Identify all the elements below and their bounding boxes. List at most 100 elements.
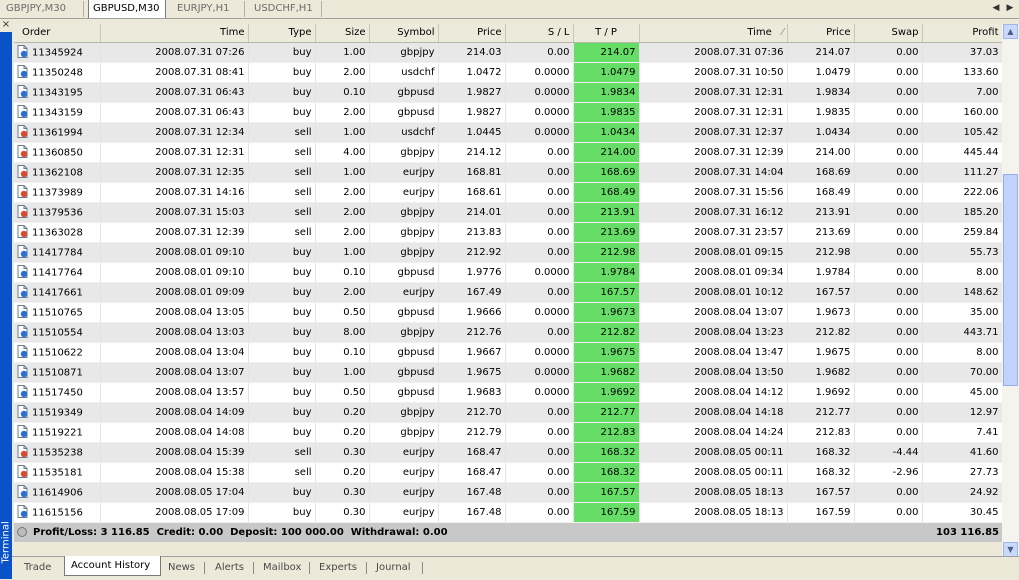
table-row[interactable]: 11360850 2008.07.31 12:31 sell 4.00 gbpjpy 21… — [14, 142, 1002, 163]
scroll-down-icon[interactable]: ▼ — [1003, 542, 1018, 557]
table-row[interactable]: 11417784 2008.08.01 09:10 buy 1.00 gbpjpy 212… — [14, 242, 1002, 263]
col-tp[interactable]: T / P — [573, 24, 640, 43]
order-number: 11360850 — [32, 147, 83, 158]
tab-alerts[interactable]: Alerts — [209, 559, 250, 577]
tab-trade[interactable]: Trade — [18, 559, 57, 577]
table-row[interactable]: 11417661 2008.08.01 09:09 buy 2.00 eurjpy 167… — [14, 282, 1002, 303]
buy-order-icon — [17, 64, 28, 78]
scroll-thumb[interactable] — [1003, 174, 1018, 386]
scroll-left-icon[interactable]: ◀ — [989, 3, 1003, 13]
tab-divider — [253, 562, 254, 574]
table-row[interactable]: 11510554 2008.08.04 13:03 buy 8.00 gbpjpy 212… — [14, 322, 1002, 343]
table-row[interactable]: 11510871 2008.08.04 13:07 buy 1.00 gbpusd 1.9… — [14, 362, 1002, 383]
cell-type: buy — [248, 322, 316, 343]
buy-order-icon — [17, 364, 28, 378]
cell-profit: 185.20 — [922, 202, 1002, 223]
cell-order: 11379536 — [14, 202, 101, 223]
cell-tp: 212.82 — [573, 322, 640, 343]
col-close-price[interactable]: Price — [787, 24, 855, 43]
cell-type: buy — [248, 482, 316, 503]
col-close-time[interactable]: Time ⁄ — [639, 24, 788, 43]
chart-tab-eurjpy-h1[interactable]: EURJPY,H1 — [173, 1, 245, 17]
col-size[interactable]: Size — [315, 24, 370, 43]
col-sl[interactable]: S / L — [505, 24, 574, 43]
tab-mailbox[interactable]: Mailbox — [257, 559, 307, 577]
cell-sl: 0.00 — [505, 502, 574, 523]
tab-news[interactable]: News — [162, 559, 201, 577]
vertical-scrollbar[interactable]: ▲ ▼ — [1002, 24, 1019, 558]
table-row[interactable]: 11363028 2008.07.31 12:39 sell 2.00 gbpjpy 21… — [14, 222, 1002, 243]
cell-size: 0.10 — [315, 82, 370, 103]
close-icon[interactable]: × — [1, 20, 11, 30]
table-row[interactable]: 11535238 2008.08.04 15:39 sell 0.30 eurjpy 16… — [14, 442, 1002, 463]
cell-tp: 168.49 — [573, 182, 640, 203]
cell-tp: 1.9673 — [573, 302, 640, 323]
cell-size: 2.00 — [315, 222, 370, 243]
chart-tab-usdchf-h1[interactable]: USDCHF,H1 — [250, 1, 322, 17]
table-row[interactable]: 11345924 2008.07.31 07:26 buy 1.00 gbpjpy 214… — [14, 42, 1002, 63]
table-row[interactable]: 11417764 2008.08.01 09:10 buy 0.10 gbpusd 1.9… — [14, 262, 1002, 283]
col-type[interactable]: Type — [248, 24, 316, 43]
col-open-price[interactable]: Price — [438, 24, 506, 43]
balance-icon — [17, 526, 27, 537]
sell-order-icon — [17, 464, 28, 478]
col-order[interactable]: Order — [14, 24, 101, 43]
cell-order: 11350248 — [14, 62, 101, 83]
cell-size: 0.20 — [315, 462, 370, 483]
cell-sl: 0.00 — [505, 42, 574, 63]
table-row[interactable]: 11615156 2008.08.05 17:09 buy 0.30 eurjpy 167… — [14, 502, 1002, 523]
cell-size: 2.00 — [315, 282, 370, 303]
cell-profit: 8.00 — [922, 262, 1002, 283]
tab-divider — [366, 562, 367, 574]
cell-open-time: 2008.07.31 12:34 — [100, 122, 249, 143]
tab-account-history[interactable]: Account History — [64, 556, 161, 576]
table-row[interactable]: 11343159 2008.07.31 06:43 buy 2.00 gbpusd 1.9… — [14, 102, 1002, 123]
table-row[interactable]: 11510622 2008.08.04 13:04 buy 0.10 gbpusd 1.9… — [14, 342, 1002, 363]
table-row[interactable]: 11519349 2008.08.04 14:09 buy 0.20 gbpjpy 212… — [14, 402, 1002, 423]
col-profit[interactable]: Profit — [922, 24, 1002, 43]
table-row[interactable]: 11517450 2008.08.04 13:57 buy 0.50 gbpusd 1.9… — [14, 382, 1002, 403]
table-row[interactable]: 11343195 2008.07.31 06:43 buy 0.10 gbpusd 1.9… — [14, 82, 1002, 103]
cell-open-price: 213.83 — [438, 222, 506, 243]
cell-tp: 168.69 — [573, 162, 640, 183]
order-number: 11510871 — [32, 367, 83, 378]
table-row[interactable]: 11614906 2008.08.05 17:04 buy 0.30 eurjpy 167… — [14, 482, 1002, 503]
cell-type: sell — [248, 142, 316, 163]
cell-size: 0.50 — [315, 382, 370, 403]
table-row[interactable]: 11519221 2008.08.04 14:08 buy 0.20 gbpjpy 212… — [14, 422, 1002, 443]
cell-close-price: 212.98 — [787, 242, 855, 263]
cell-close-price: 212.83 — [787, 422, 855, 443]
cell-close-time: 2008.08.04 14:12 — [639, 382, 788, 403]
table-row[interactable]: 11350248 2008.07.31 08:41 buy 2.00 usdchf 1.0… — [14, 62, 1002, 83]
cell-sl: 0.00 — [505, 182, 574, 203]
cell-type: buy — [248, 42, 316, 63]
order-number: 11510765 — [32, 307, 83, 318]
table-row[interactable]: 11362108 2008.07.31 12:35 sell 1.00 eurjpy 16… — [14, 162, 1002, 183]
tab-journal[interactable]: Journal — [370, 559, 417, 577]
cell-type: buy — [248, 62, 316, 83]
cell-swap: 0.00 — [854, 342, 923, 363]
col-open-time[interactable]: Time — [100, 24, 249, 43]
col-swap[interactable]: Swap — [854, 24, 923, 43]
table-row[interactable]: 11535181 2008.08.04 15:38 sell 0.20 eurjpy 16… — [14, 462, 1002, 483]
scroll-up-icon[interactable]: ▲ — [1003, 24, 1018, 39]
order-number: 11363028 — [32, 227, 83, 238]
table-row[interactable]: 11379536 2008.07.31 15:03 sell 2.00 gbpjpy 21… — [14, 202, 1002, 223]
scroll-right-icon[interactable]: ▶ — [1003, 3, 1017, 13]
cell-sl: 0.00 — [505, 422, 574, 443]
tab-experts[interactable]: Experts — [313, 559, 363, 577]
table-row[interactable]: 11361994 2008.07.31 12:34 sell 1.00 usdchf 1.… — [14, 122, 1002, 143]
cell-profit: 41.60 — [922, 442, 1002, 463]
cell-close-price: 167.59 — [787, 502, 855, 523]
chart-tab-gbpjpy-m30[interactable]: GBPJPY,M30 — [2, 1, 84, 17]
col-symbol[interactable]: Symbol — [369, 24, 439, 43]
cell-open-price: 214.01 — [438, 202, 506, 223]
cell-tp: 167.57 — [573, 482, 640, 503]
table-row[interactable]: 11510765 2008.08.04 13:05 buy 0.50 gbpusd 1.9… — [14, 302, 1002, 323]
cell-close-price: 167.57 — [787, 282, 855, 303]
chart-tab-gbpusd-m30[interactable]: GBPUSD,M30 — [88, 0, 166, 18]
terminal-sidebar: Terminal — [0, 32, 12, 579]
cell-open-price: 1.0472 — [438, 62, 506, 83]
cell-swap: 0.00 — [854, 322, 923, 343]
table-row[interactable]: 11373989 2008.07.31 14:16 sell 2.00 eurjpy 16… — [14, 182, 1002, 203]
